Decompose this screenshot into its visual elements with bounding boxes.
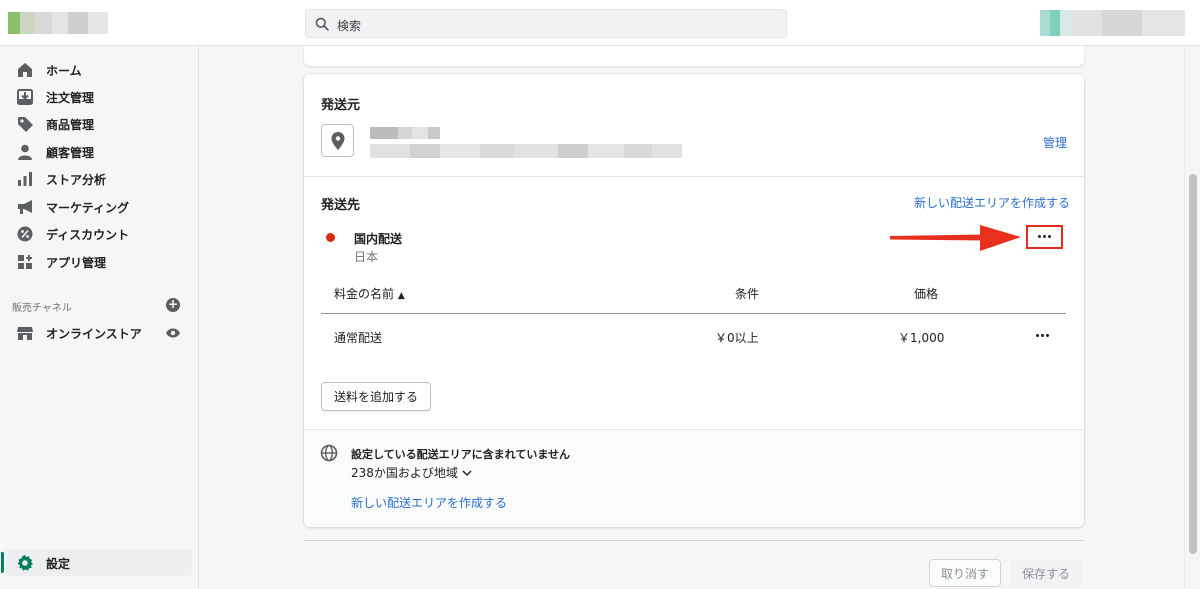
sidebar-item-label: ホーム <box>46 64 82 78</box>
sidebar-item-customers[interactable]: 顧客管理 <box>0 139 199 165</box>
origin-address-redacted <box>370 144 682 158</box>
rate-more-actions-button[interactable] <box>1035 334 1050 337</box>
manage-origin-link[interactable]: 管理 <box>1043 134 1067 151</box>
cancel-button[interactable]: 取り消す <box>929 559 1001 587</box>
sidebar-item-marketing[interactable]: マーケティング <box>0 194 199 220</box>
sales-channels-heading: 販売チャネル <box>12 303 72 314</box>
column-header-price: 価格 <box>914 287 939 301</box>
create-zone-link[interactable]: 新しい配送エリアを作成する <box>914 194 1070 211</box>
sidebar-item-home[interactable]: ホーム <box>0 57 199 83</box>
sidebar-item-label: 注文管理 <box>46 91 95 105</box>
sidebar-item-orders[interactable]: 注文管理 <box>0 84 199 110</box>
shipping-profile-card: 発送元 管理 発送先 新しい配送エリアを作成する 国内配送 日本 料金の名前 ▲… <box>304 74 1084 527</box>
countries-count: 238か国および地域 <box>351 466 458 480</box>
rate-price-cell: ￥1,000 <box>898 331 945 345</box>
add-channel-icon[interactable]: + <box>166 298 180 312</box>
analytics-icon <box>18 172 32 186</box>
store-logo[interactable] <box>8 12 108 34</box>
zone-more-actions-button[interactable] <box>1026 225 1063 249</box>
active-indicator <box>1 552 4 573</box>
rate-condition-cell: ￥0以上 <box>715 331 759 345</box>
table-header-divider <box>321 313 1066 314</box>
not-covered-section: 設定している配送エリアに含まれていません 238か国および地域 新しい配送エリア… <box>304 429 1084 527</box>
sidebar-item-analytics[interactable]: ストア分析 <box>0 166 199 192</box>
orders-icon <box>17 89 33 105</box>
origin-name-redacted <box>370 127 440 139</box>
sidebar: ホーム 注文管理 商品管理 顧客管理 ストア分析 マーケティング ディスカウント… <box>0 46 199 589</box>
sidebar-item-label: ストア分析 <box>46 173 107 187</box>
save-button[interactable]: 保存する <box>1010 559 1082 587</box>
eye-icon[interactable] <box>165 327 181 339</box>
sidebar-item-label: マーケティング <box>46 201 130 215</box>
sidebar-item-online-store[interactable]: オンラインストア <box>0 320 199 346</box>
search-icon <box>315 17 329 31</box>
sidebar-item-label: オンラインストア <box>46 327 142 341</box>
zone-name: 国内配送 <box>354 232 403 246</box>
sidebar-item-discounts[interactable]: ディスカウント <box>0 221 199 247</box>
scrollbar[interactable] <box>1184 46 1200 589</box>
location-pin-icon <box>331 132 345 150</box>
zone-color-dot <box>326 233 335 242</box>
annotation-arrow-icon <box>890 225 1021 251</box>
sidebar-item-apps[interactable]: アプリ管理 <box>0 249 199 275</box>
create-zone-link-bottom[interactable]: 新しい配送エリアを作成する <box>351 494 507 511</box>
location-pin-box <box>321 124 354 157</box>
sort-ascending-icon: ▲ <box>397 291 405 301</box>
user-avatar-menu[interactable] <box>1040 10 1185 36</box>
countries-dropdown[interactable]: 238か国および地域 <box>351 464 472 481</box>
sidebar-item-label: アプリ管理 <box>46 256 107 270</box>
globe-icon <box>320 444 338 462</box>
home-icon <box>18 63 32 77</box>
megaphone-icon <box>18 200 32 214</box>
sidebar-item-label: ディスカウント <box>46 228 130 242</box>
column-header-label: 料金の名前 <box>334 287 395 301</box>
zone-country: 日本 <box>354 250 379 264</box>
sidebar-item-label: 設定 <box>46 557 71 571</box>
add-rate-button[interactable]: 送料を追加する <box>321 382 431 411</box>
chevron-down-icon <box>462 470 472 477</box>
store-icon <box>17 327 33 340</box>
column-header-rate-name[interactable]: 料金の名前 ▲ <box>334 285 405 302</box>
sidebar-item-products[interactable]: 商品管理 <box>0 111 199 137</box>
tag-icon <box>18 117 33 132</box>
search-placeholder: 検索 <box>337 19 362 33</box>
sidebar-item-label: 顧客管理 <box>46 146 95 160</box>
gear-icon <box>17 555 33 571</box>
section-divider <box>304 176 1084 177</box>
more-icon <box>1037 235 1052 238</box>
apps-icon <box>18 255 32 269</box>
search-input[interactable]: 検索 <box>305 9 787 38</box>
previous-card <box>304 46 1084 66</box>
discount-icon <box>17 226 33 242</box>
shipping-to-title: 発送先 <box>321 198 361 213</box>
customer-icon <box>18 144 32 160</box>
rate-name-cell: 通常配送 <box>334 331 383 345</box>
page-footer-divider <box>304 540 1084 541</box>
shipping-origin-title: 発送元 <box>321 98 361 113</box>
top-bar: 検索 <box>0 0 1200 46</box>
scrollbar-thumb[interactable] <box>1189 174 1197 554</box>
not-covered-title: 設定している配送エリアに含まれていません <box>351 448 571 461</box>
sidebar-item-settings[interactable]: 設定 <box>1 549 192 576</box>
sidebar-item-label: 商品管理 <box>46 118 95 132</box>
column-header-condition: 条件 <box>735 287 760 301</box>
